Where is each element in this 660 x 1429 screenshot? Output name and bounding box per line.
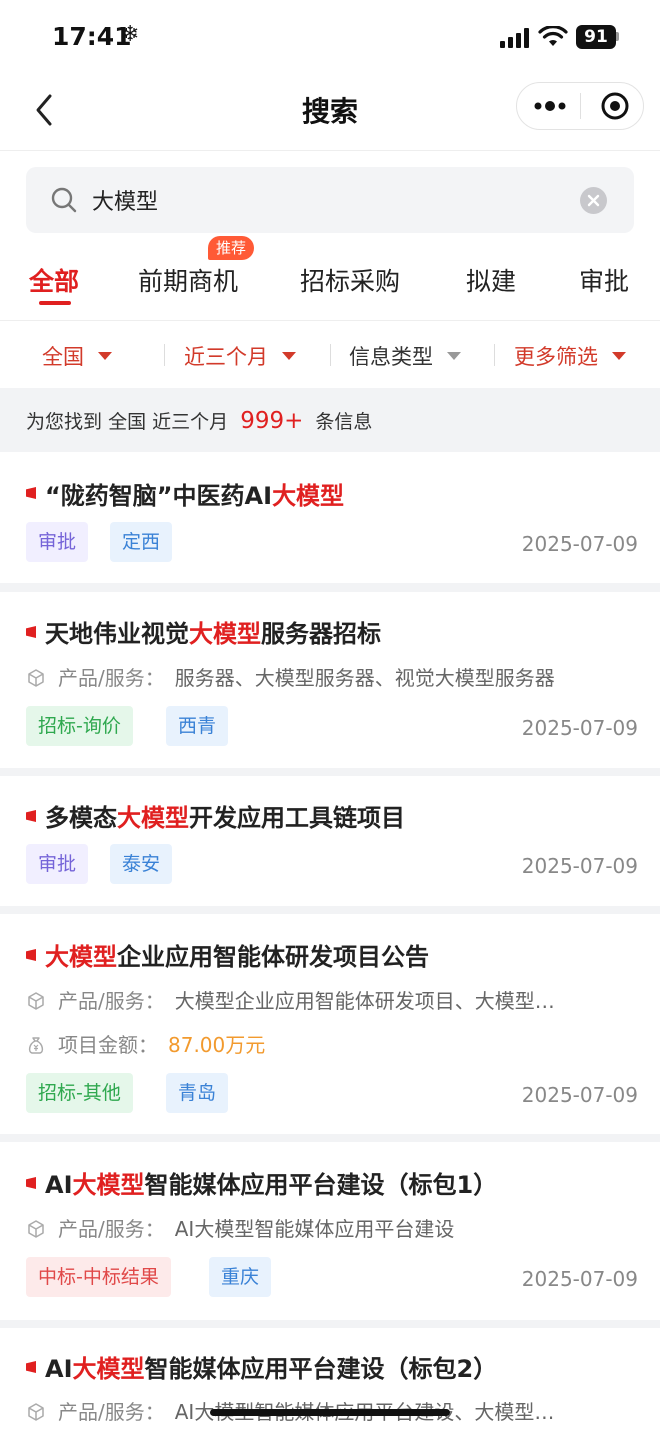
result-title: 多模态大模型开发应用工具链项目 xyxy=(45,804,405,832)
cube-icon xyxy=(28,1402,44,1421)
filter-divider xyxy=(164,344,165,366)
result-title: 大模型企业应用智能体研发项目公告 xyxy=(45,943,429,971)
tab-proposed[interactable]: 拟建 xyxy=(466,262,516,298)
region-tag: 定西 xyxy=(110,522,173,562)
product-row: 产品/服务： AI大模型智能媒体应用平台建设 xyxy=(26,1213,454,1242)
active-tab-indicator xyxy=(39,301,71,305)
result-title: “陇药智脑”中医药AI大模型 xyxy=(45,482,345,510)
result-title: AI大模型智能媒体应用平台建设（标包2） xyxy=(45,1355,498,1383)
close-target-icon[interactable] xyxy=(600,91,630,121)
clear-search-icon[interactable] xyxy=(580,187,607,214)
more-dots-icon[interactable] xyxy=(533,96,567,116)
status-time: 17:41 xyxy=(52,22,132,51)
project-amount: 87.00万元 xyxy=(168,1033,266,1057)
result-date: 2025-07-09 xyxy=(521,854,638,878)
result-title: 天地伟业视觉大模型服务器招标 xyxy=(45,620,381,648)
region-tag: 泰安 xyxy=(110,844,173,884)
battery-cap xyxy=(616,32,619,41)
money-bag-icon xyxy=(28,1036,44,1054)
region-tag: 重庆 xyxy=(209,1257,272,1297)
filter-divider xyxy=(494,344,495,366)
tab-early-opportunities[interactable]: 前期商机 xyxy=(138,262,238,298)
cube-icon xyxy=(28,1219,44,1238)
filter-info-type[interactable]: 信息类型 xyxy=(349,341,461,371)
tab-tender-procurement[interactable]: 招标采购 xyxy=(300,262,400,298)
capsule-divider xyxy=(580,93,581,119)
cube-icon xyxy=(28,991,44,1010)
tab-approval[interactable]: 审批 xyxy=(579,262,629,298)
dropdown-triangle-icon xyxy=(98,352,112,360)
region-tag: 西青 xyxy=(166,706,229,746)
type-tag: 中标-中标结果 xyxy=(26,1257,171,1297)
battery-icon: 91 xyxy=(576,25,616,49)
result-title: AI大模型智能媒体应用平台建设（标包1） xyxy=(45,1171,498,1199)
result-date: 2025-07-09 xyxy=(521,1083,638,1107)
result-summary-text: 为您找到 全国 近三个月 999+ 条信息 xyxy=(26,408,373,434)
type-tag: 招标-其他 xyxy=(26,1073,133,1113)
snowflake-icon: ❄ xyxy=(121,22,140,47)
search-input[interactable] xyxy=(92,167,552,233)
home-indicator[interactable] xyxy=(210,1409,450,1416)
result-date: 2025-07-09 xyxy=(521,532,638,556)
result-count: 999+ xyxy=(240,408,304,434)
filter-region[interactable]: 全国 xyxy=(42,341,112,371)
result-date: 2025-07-09 xyxy=(521,716,638,740)
result-date: 2025-07-09 xyxy=(521,1267,638,1291)
filter-more[interactable]: 更多筛选 xyxy=(514,341,626,371)
product-row: 产品/服务： 大模型企业应用智能体研发项目、大模型… xyxy=(26,985,555,1014)
wifi-icon xyxy=(538,26,568,46)
region-tag: 青岛 xyxy=(166,1073,229,1113)
type-tag: 招标-询价 xyxy=(26,706,133,746)
type-tag: 审批 xyxy=(26,522,89,562)
result-card[interactable] xyxy=(0,776,660,906)
filter-divider xyxy=(330,344,331,366)
product-row: 产品/服务： 服务器、大模型服务器、视觉大模型服务器 xyxy=(26,662,555,691)
dropdown-triangle-icon xyxy=(282,352,296,360)
cube-icon xyxy=(28,668,44,687)
result-card[interactable] xyxy=(0,452,660,583)
recommend-badge: 推荐 xyxy=(208,236,255,260)
search-icon xyxy=(51,187,77,213)
type-tag: 审批 xyxy=(26,844,89,884)
tab-all[interactable]: 全部 xyxy=(29,262,79,298)
dropdown-triangle-icon xyxy=(447,352,461,360)
amount-row: 项目金额： 87.00万元 xyxy=(26,1029,265,1058)
filter-period[interactable]: 近三个月 xyxy=(184,341,296,371)
dropdown-triangle-icon xyxy=(612,352,626,360)
cellular-signal-icon xyxy=(500,28,530,48)
